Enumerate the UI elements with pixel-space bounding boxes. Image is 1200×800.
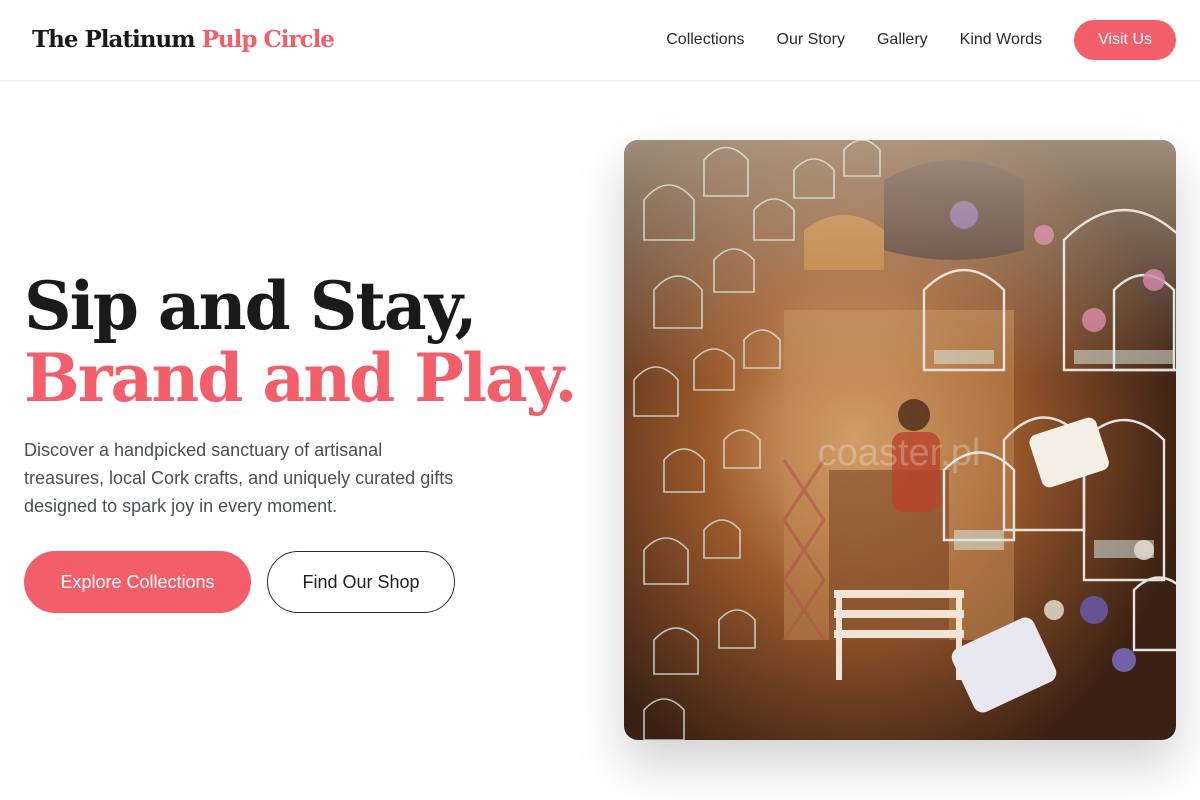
find-our-shop-button[interactable]: Find Our Shop — [267, 551, 455, 613]
main-nav: Collections Our Story Gallery Kind Words… — [666, 20, 1176, 60]
site-logo[interactable]: The Platinum Pulp Circle — [32, 26, 335, 53]
explore-collections-button[interactable]: Explore Collections — [24, 551, 251, 613]
logo-accent-text: Pulp Circle — [201, 26, 335, 53]
logo-main-text: The Platinum — [32, 26, 202, 53]
image-watermark: coaster.pl — [818, 432, 981, 474]
birdcage-shop-illustration: coaster.pl — [624, 140, 1176, 740]
site-header: The Platinum Pulp Circle Collections Our… — [0, 0, 1200, 81]
hero-title-line2: Brand and Play. — [24, 339, 578, 417]
nav-link-gallery[interactable]: Gallery — [877, 31, 928, 49]
hero-title-line1: Sip and Stay, — [24, 267, 478, 345]
hero-description: Discover a handpicked sanctuary of artis… — [24, 440, 454, 516]
nav-link-kind-words[interactable]: Kind Words — [960, 31, 1042, 49]
visit-us-button[interactable]: Visit Us — [1074, 20, 1176, 60]
hero-title: Sip and Stay, Brand and Play. — [24, 267, 578, 417]
nav-link-our-story[interactable]: Our Story — [777, 31, 845, 49]
nav-link-collections[interactable]: Collections — [666, 31, 744, 49]
hero-photo-birdcages: coaster.pl — [624, 140, 1176, 740]
